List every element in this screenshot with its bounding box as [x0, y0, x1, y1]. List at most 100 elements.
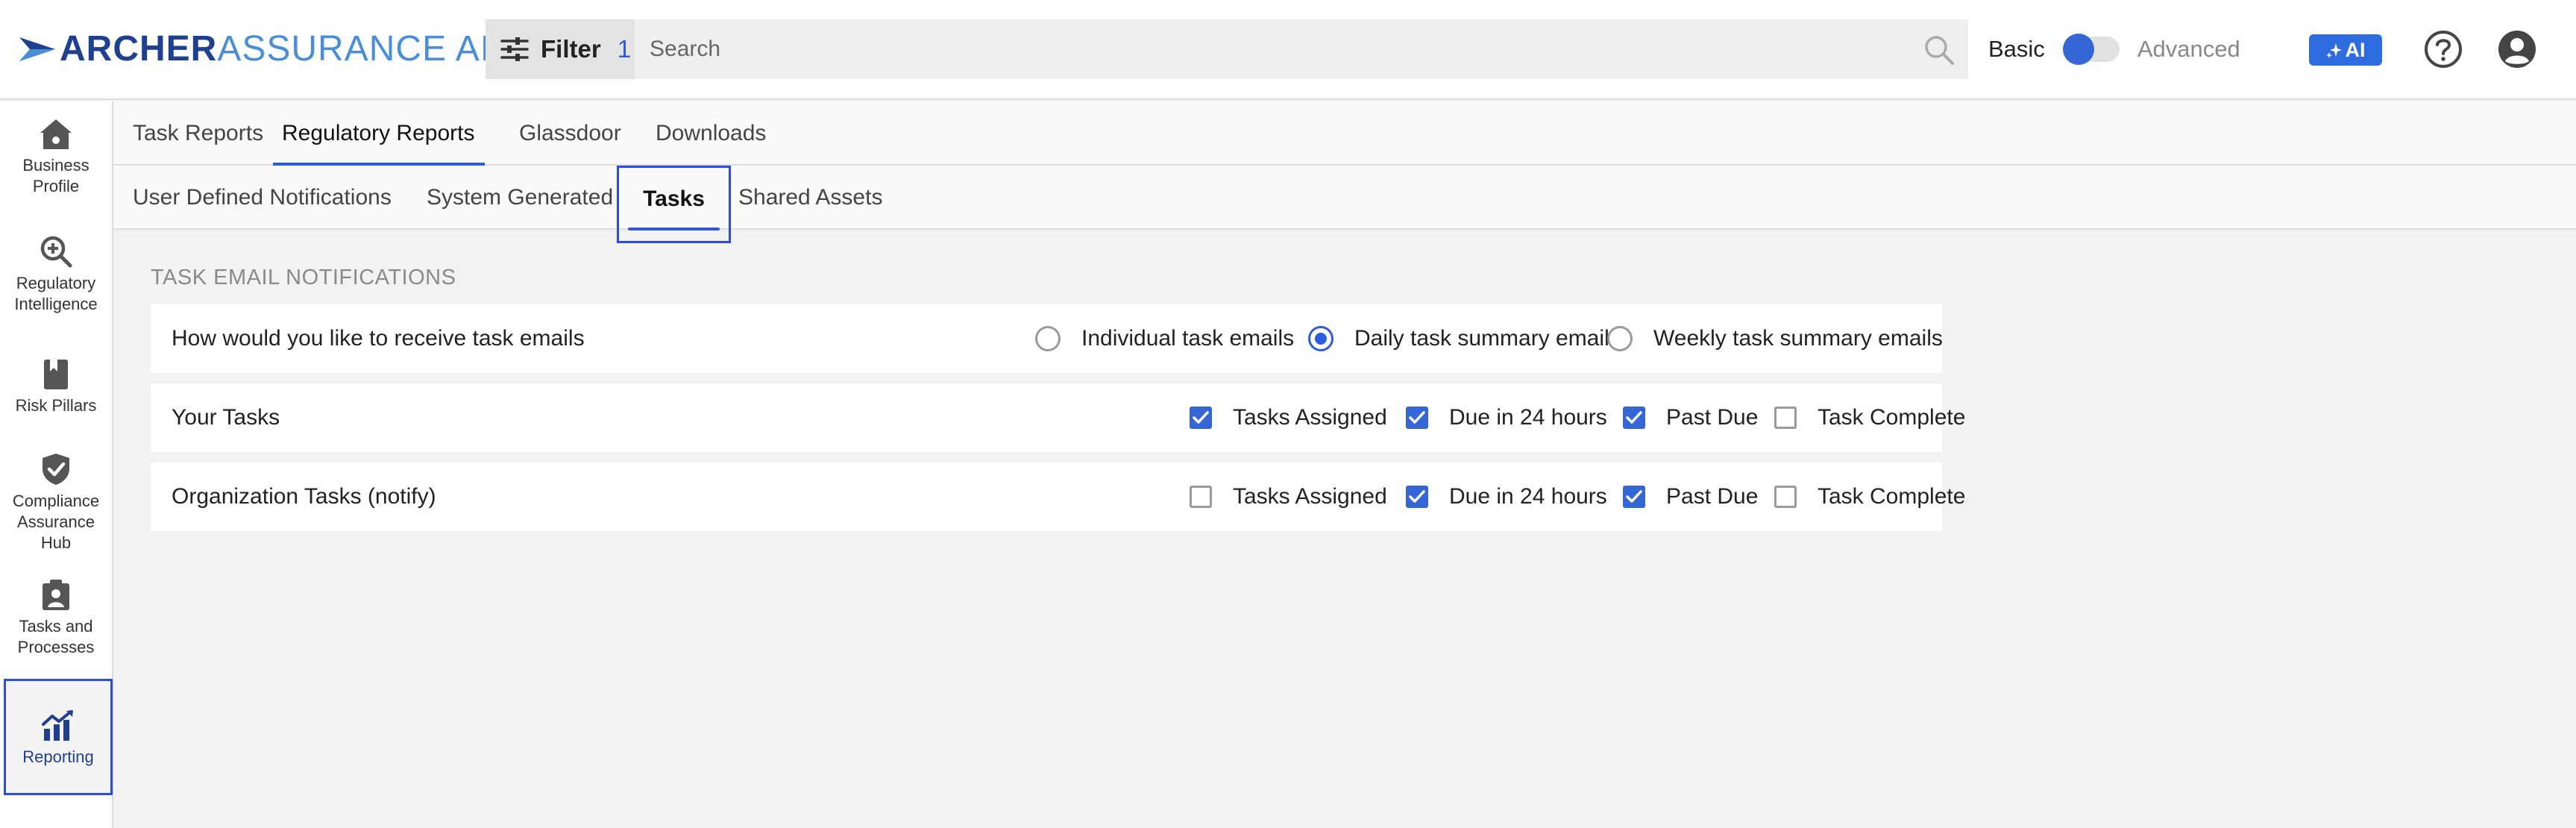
- checkbox-past-due[interactable]: Past Due: [1623, 383, 1758, 452]
- sliders-icon: [500, 37, 529, 61]
- sidebar-item-tasks-and-processes[interactable]: Tasks and Processes: [0, 577, 112, 658]
- tab-regulatory-reports[interactable]: Regulatory Reports: [273, 101, 486, 166]
- sidebar-item-label: Regulatory Intelligence: [14, 274, 98, 313]
- magnify-plus-icon: [40, 236, 72, 268]
- mode-advanced-label: Advanced: [2137, 36, 2240, 62]
- tab-label: Downloads: [656, 121, 767, 145]
- primary-tabs: Task Reports Regulatory Reports Glassdoo…: [113, 101, 2576, 166]
- filter-button[interactable]: Filter 1: [486, 19, 635, 79]
- checkbox-label: Due in 24 hours: [1449, 405, 1607, 430]
- sidebar-item-label: Business Profile: [22, 156, 89, 195]
- tab-glassdoor[interactable]: Glassdoor: [519, 101, 621, 166]
- checkbox[interactable]: [1774, 486, 1797, 508]
- mode-switch: Basic Advanced: [1988, 30, 2240, 69]
- checkbox-past-due[interactable]: Past Due: [1623, 462, 1758, 531]
- check-icon: [1626, 411, 1642, 424]
- checkbox-label: Tasks Assigned: [1233, 484, 1387, 509]
- active-tab-indicator: [628, 228, 720, 230]
- search-icon[interactable]: [1923, 34, 1955, 66]
- radio-button[interactable]: [1035, 326, 1061, 351]
- sparkle-icon: [2325, 43, 2342, 58]
- checkbox-label: Due in 24 hours: [1449, 484, 1607, 509]
- home-icon: [40, 119, 72, 149]
- logo-text-strong: ARCHER: [60, 29, 218, 69]
- email-preference-row: How would you like to receive task email…: [151, 304, 1943, 373]
- checkbox[interactable]: [1623, 486, 1645, 508]
- ai-button[interactable]: AI: [2309, 34, 2382, 66]
- tab-tasks[interactable]: Tasks: [617, 166, 731, 243]
- checkbox-tasks-assigned[interactable]: Tasks Assigned: [1190, 462, 1387, 531]
- checkbox[interactable]: [1406, 407, 1428, 429]
- email-preference-question: How would you like to receive task email…: [172, 326, 585, 351]
- tab-system-generated[interactable]: System Generated: [427, 166, 613, 230]
- left-sidebar: Business Profile Regulatory Intelligence…: [0, 101, 113, 828]
- sidebar-item-regulatory-intelligence[interactable]: Regulatory Intelligence: [0, 234, 112, 315]
- checkbox[interactable]: [1774, 407, 1797, 429]
- search-bar: [635, 19, 1968, 79]
- checkbox-label: Task Complete: [1818, 405, 1966, 430]
- sidebar-item-compliance-assurance-hub[interactable]: Compliance Assurance Hub: [0, 452, 112, 553]
- radio-daily-task-summary-emails[interactable]: Daily task summary emails: [1308, 304, 1621, 373]
- checkbox[interactable]: [1190, 407, 1212, 429]
- checkbox-tasks-assigned[interactable]: Tasks Assigned: [1190, 383, 1387, 452]
- tab-label: Tasks: [643, 186, 705, 211]
- tab-label: Glassdoor: [519, 121, 621, 145]
- ai-button-label: AI: [2345, 38, 2366, 61]
- checkbox-task-complete[interactable]: Task Complete: [1774, 462, 1965, 531]
- check-icon: [1626, 490, 1642, 503]
- tab-shared-assets[interactable]: Shared Assets: [738, 166, 882, 230]
- mode-basic-label: Basic: [1988, 36, 2045, 62]
- help-circle-icon[interactable]: [2423, 29, 2463, 69]
- row-label: Organization Tasks (notify): [172, 484, 436, 509]
- tab-label: Shared Assets: [738, 185, 883, 210]
- secondary-tabs: User Defined Notifications System Genera…: [113, 166, 2576, 243]
- top-header: ARCHERASSURANCE AI Filter 1 Basic Advanc: [0, 0, 2576, 100]
- radio-button[interactable]: [1308, 326, 1333, 351]
- logo-text-light: ASSURANCE AI: [217, 29, 491, 69]
- section-title: TASK EMAIL NOTIFICATIONS: [151, 266, 456, 289]
- radio-label: Daily task summary emails: [1354, 326, 1621, 351]
- tab-label: System Generated: [427, 185, 614, 210]
- archer-logo-icon: [19, 37, 55, 61]
- checkbox-due-in-24-hours[interactable]: Due in 24 hours: [1406, 462, 1607, 531]
- chart-icon: [42, 710, 73, 741]
- checkbox-label: Past Due: [1666, 484, 1759, 509]
- check-icon: [1409, 490, 1425, 503]
- radio-individual-task-emails[interactable]: Individual task emails: [1035, 304, 1294, 373]
- sidebar-item-label: Compliance Assurance Hub: [12, 492, 100, 552]
- checkbox[interactable]: [1190, 486, 1212, 508]
- mode-toggle[interactable]: [2062, 34, 2120, 65]
- app-logo[interactable]: ARCHERASSURANCE AI: [19, 30, 491, 69]
- book-icon: [44, 360, 68, 389]
- tab-downloads[interactable]: Downloads: [656, 101, 766, 166]
- main-content: Task Reports Regulatory Reports Glassdoo…: [113, 101, 2576, 828]
- tab-task-reports[interactable]: Task Reports: [133, 101, 263, 166]
- sidebar-item-reporting[interactable]: Reporting: [4, 679, 113, 795]
- row-label: Your Tasks: [172, 405, 280, 430]
- tab-label: Task Reports: [133, 121, 264, 145]
- checkbox[interactable]: [1406, 486, 1428, 508]
- checkbox-label: Tasks Assigned: [1233, 405, 1387, 430]
- radio-label: Weekly task summary emails: [1653, 326, 1943, 351]
- tab-label: User Defined Notifications: [133, 185, 392, 210]
- toggle-knob: [2062, 34, 2094, 65]
- organization-tasks-row: Organization Tasks (notify) Tasks Assign…: [151, 462, 1965, 531]
- tab-user-defined-notifications[interactable]: User Defined Notifications: [133, 166, 392, 230]
- radio-weekly-task-summary-emails[interactable]: Weekly task summary emails: [1607, 304, 1943, 373]
- sidebar-item-business-profile[interactable]: Business Profile: [0, 118, 112, 197]
- filter-count-badge: 1: [617, 35, 632, 63]
- sidebar-item-label: Reporting: [22, 747, 94, 766]
- checkbox-due-in-24-hours[interactable]: Due in 24 hours: [1406, 383, 1607, 452]
- clipboard-person-icon: [43, 580, 69, 610]
- checkbox-task-complete[interactable]: Task Complete: [1774, 383, 1965, 452]
- search-input[interactable]: [635, 37, 1865, 62]
- check-icon: [1193, 411, 1209, 424]
- sidebar-item-risk-pillars[interactable]: Risk Pillars: [0, 358, 112, 416]
- shield-check-icon: [43, 454, 69, 485]
- checkbox-label: Task Complete: [1818, 484, 1966, 509]
- tab-label: Regulatory Reports: [282, 121, 475, 145]
- account-circle-icon[interactable]: [2497, 29, 2537, 69]
- filter-label: Filter: [541, 35, 601, 63]
- checkbox[interactable]: [1623, 407, 1645, 429]
- radio-button[interactable]: [1607, 326, 1633, 351]
